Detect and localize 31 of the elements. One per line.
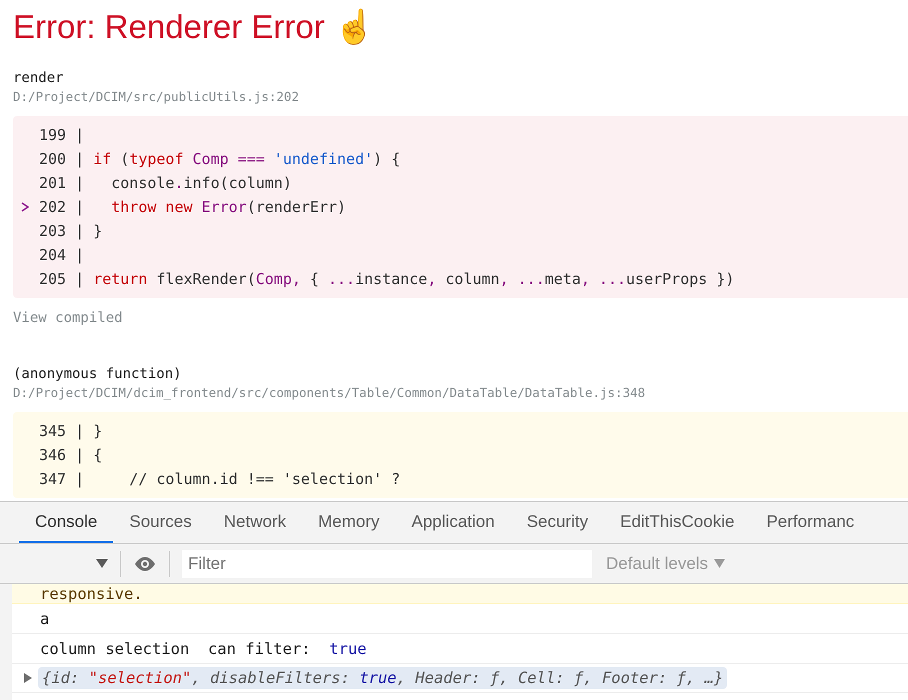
panel-tab[interactable]: EditThisCookie	[604, 502, 750, 543]
code-line: 205 | return flexRender(Comp, { ...instance, column, ...meta, ...userProps })	[39, 269, 734, 290]
panel-tab[interactable]: Network	[208, 502, 302, 543]
code-line: 201 | console.info(column)	[39, 173, 292, 194]
file-path: D:/Project/DCIM/dcim_frontend/src/components/Table/Common/DataTable/DataTable.js:348	[13, 384, 646, 402]
panel-tab[interactable]: Performanc	[750, 502, 870, 543]
expand-triangle-icon[interactable]	[24, 673, 32, 683]
panel-tab[interactable]: Memory	[302, 502, 396, 543]
code-line: 203 | }	[39, 221, 102, 242]
file-path: D:/Project/DCIM/src/publicUtils.js:202	[13, 88, 300, 106]
eye-icon[interactable]	[133, 556, 157, 572]
console-message: responsive.	[12, 584, 908, 604]
code-line: 347 | // column.id !== 'selection' ?	[39, 469, 400, 490]
error-title: Error: Renderer Error ☝	[13, 8, 376, 46]
code-line: 199 |	[39, 125, 86, 146]
code-line: 346 | {	[39, 445, 102, 466]
dropdown-caret-icon[interactable]	[96, 559, 108, 568]
code-line: 202 | throw new Error(renderErr)	[39, 197, 346, 218]
code-line: 345 | }	[39, 421, 102, 442]
view-compiled-link[interactable]: View compiled	[13, 308, 908, 328]
function-name: (anonymous function)	[13, 365, 183, 384]
code-line: 200 | if (typeof Comp === 'undefined') {	[39, 149, 400, 170]
panel-tab[interactable]: Application	[396, 502, 511, 543]
caret-icon	[714, 559, 726, 568]
filter-field[interactable]: Filter	[182, 550, 592, 578]
panel-tab[interactable]: Sources	[113, 502, 208, 543]
code-line: 204 |	[39, 245, 86, 266]
object-preview[interactable]: {id: "selection", disableFilters: true, Header: ƒ, Cell: ƒ, Footer: ƒ, …}	[38, 667, 728, 689]
panel-tab[interactable]: Security	[510, 502, 604, 543]
chevron-icon	[21, 202, 29, 212]
function-name: render	[13, 69, 65, 88]
